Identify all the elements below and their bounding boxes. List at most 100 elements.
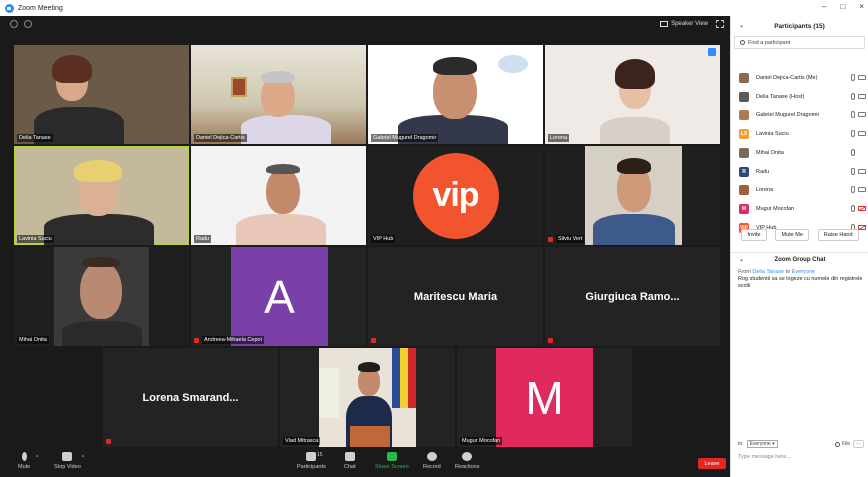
participant-row[interactable]: Daniel Dejica-Cartis (Me) (731, 69, 868, 87)
chat-recipient-select[interactable]: Everyone ▾ (746, 440, 778, 448)
video-area: Speaker View Delia Tanase Daniel Dejica-… (0, 16, 730, 477)
participant-row-name: Lorena (756, 187, 774, 194)
chat-button[interactable]: Chat (344, 452, 356, 470)
video-tile-maritescu[interactable]: Maritescu Maria (368, 247, 543, 346)
video-tile-vip-hub[interactable]: vip VIP Hub (368, 146, 543, 245)
video-tile-gabriel[interactable]: Gabriel Mugurel Dragomir (368, 45, 543, 144)
video-camera-icon (858, 187, 866, 193)
info-icon[interactable] (10, 20, 18, 28)
participant-search-input[interactable]: Find a participant (734, 36, 865, 49)
participant-row[interactable]: Lorena (731, 181, 868, 199)
participant-row[interactable]: Gabriel Mugurel Dragomir (731, 106, 868, 124)
chat-to-word: to (785, 269, 791, 275)
share-screen-button[interactable]: Share Screen (375, 452, 409, 470)
participant-row[interactable]: Delia Tanase (Host) (731, 88, 868, 106)
participant-row-name: Lavinia Suciu (756, 131, 789, 138)
fullscreen-icon[interactable] (716, 20, 724, 28)
security-shield-icon[interactable] (24, 20, 32, 28)
participants-icon (306, 452, 317, 461)
avatar (739, 110, 749, 121)
video-tile-mihai[interactable]: Mihai Onita (14, 247, 189, 346)
participant-row-name: Delia Tanase (Host) (756, 93, 805, 100)
participant-row-name: Radu (756, 168, 770, 175)
video-camera-icon (858, 131, 866, 137)
video-tile-lavinia[interactable]: Lavinia Suciu (14, 146, 189, 245)
video-tile-andreea[interactable]: A Andreea-Mihaela Cepoi (191, 247, 366, 346)
chat-header: ⌄ Zoom Group Chat (731, 252, 868, 266)
collapse-participants-chevron-icon[interactable]: ⌄ (739, 22, 744, 29)
chat-message-input[interactable]: Type message here... (738, 454, 791, 460)
participant-row[interactable]: LS Lavinia Suciu (731, 125, 868, 143)
microphone-icon (851, 148, 855, 156)
participant-row-name: Mihai Onita (756, 149, 784, 156)
participant-row[interactable]: M Mugur Mocofan (731, 200, 868, 218)
participant-display-name: Lorena Smarand... (142, 391, 239, 404)
avatar (739, 91, 749, 102)
maximize-button[interactable]: □ (840, 2, 845, 11)
video-tile-mugur[interactable]: M Mugur Mocofan (457, 348, 632, 447)
chat-title: Zoom Group Chat (774, 256, 826, 263)
chat-message-meta: From Delia Tanase to Everyone (738, 269, 864, 276)
chat-recipient: Everyone (791, 269, 815, 275)
participant-display-name: Giurgiuca Ramo... (585, 290, 680, 303)
participant-name: Radu (194, 235, 212, 243)
video-tile-giurgiuca[interactable]: Giurgiuca Ramo... (545, 247, 720, 346)
participant-name: Gabriel Mugurel Dragomir (371, 134, 439, 142)
video-options-chevron-icon[interactable]: ^ (82, 455, 84, 461)
mute-me-button[interactable]: Mute Me (775, 229, 809, 241)
muted-icon (106, 439, 111, 444)
participant-name: Mugur Mocofan (460, 437, 503, 445)
avatar (739, 73, 749, 83)
raise-hand-button[interactable]: Raise Hand (817, 229, 859, 241)
file-button[interactable]: File (834, 441, 850, 447)
sidebar: ⌄ Participants (15) Find a participant D… (730, 16, 868, 477)
reactions-icon (462, 452, 473, 461)
participant-name: Lorena (548, 134, 570, 142)
record-label: Record (423, 464, 441, 470)
chat-more-button[interactable]: ··· (853, 440, 864, 448)
invite-button[interactable]: Invite (741, 229, 767, 241)
chat-from-prefix: From (738, 269, 751, 275)
file-icon (834, 441, 840, 447)
video-tile-radu[interactable]: Radu (191, 146, 366, 245)
participant-name: Andreea-Mihaela Cepoi (202, 336, 264, 344)
chat-sender: Delia Tanase (752, 269, 785, 275)
close-button[interactable]: × (859, 2, 864, 11)
participant-row[interactable]: Mihai Onita (731, 144, 868, 162)
reactions-label: Reactions (455, 464, 480, 470)
record-button[interactable]: Record (423, 452, 441, 470)
share-screen-icon (386, 452, 397, 461)
stop-video-button[interactable]: Stop Video (54, 452, 81, 470)
video-camera-icon (858, 75, 866, 80)
video-tile-lorena[interactable]: Lorena (545, 45, 720, 144)
audio-options-chevron-icon[interactable]: ^ (36, 455, 38, 461)
video-camera-icon (858, 112, 866, 118)
share-screen-label: Share Screen (375, 464, 409, 470)
video-tile-lorena-smarand[interactable]: Lorena Smarand... (103, 348, 278, 447)
reactions-button[interactable]: Reactions (455, 452, 479, 470)
title-bar: Zoom Meeting – □ × (0, 0, 868, 16)
microphone-icon (851, 204, 855, 212)
muted-icon (371, 338, 376, 343)
participant-row-name: Mugur Mocofan (756, 205, 795, 212)
avatar: LS (739, 129, 749, 140)
avatar: R (739, 166, 749, 177)
video-tile-daniel[interactable]: Daniel Dejica-Cartis (191, 45, 366, 144)
minimize-button[interactable]: – (822, 2, 826, 11)
participants-actions: Invite Mute Me Raise Hand (731, 229, 868, 241)
video-tile-silviu[interactable]: Silviu Vert (545, 146, 720, 245)
mute-button[interactable]: Mute (18, 452, 30, 470)
participants-header: ⌄ Participants (15) (731, 16, 868, 36)
participant-name: Silviu Vert (556, 235, 585, 243)
participant-name: VIP Hub (371, 235, 396, 243)
participant-search-placeholder: Find a participant (748, 39, 791, 46)
video-tile-vlad[interactable]: Vlad Mitrasca (280, 348, 455, 447)
participant-name: Delia Tanase (17, 134, 53, 142)
video-camera-icon (858, 93, 866, 99)
zoom-logo-icon (5, 3, 14, 13)
video-tile-delia[interactable]: Delia Tanase (14, 45, 189, 144)
leave-button[interactable]: Leave (698, 458, 726, 469)
speaker-view-button[interactable]: Speaker View (660, 21, 708, 27)
participant-row[interactable]: R Radu (731, 163, 868, 181)
collapse-chat-chevron-icon[interactable]: ⌄ (739, 256, 744, 263)
